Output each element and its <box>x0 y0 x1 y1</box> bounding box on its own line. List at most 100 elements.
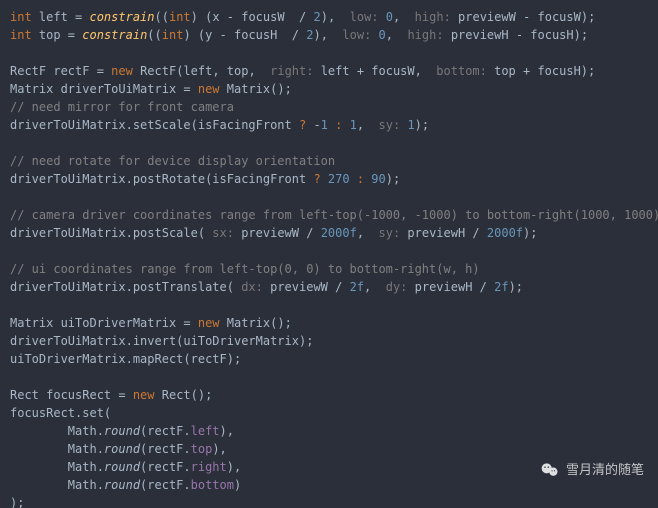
code-token: high: <box>407 28 450 42</box>
code-token: // camera driver coordinates range from … <box>10 208 658 222</box>
code-token: , <box>357 118 379 132</box>
code-token: left + focusW, <box>321 64 437 78</box>
code-line: // need mirror for front camera <box>10 98 648 116</box>
code-token: int <box>10 28 32 42</box>
code-token: 1 <box>350 118 357 132</box>
code-token: round <box>104 460 140 474</box>
code-token: 2000f <box>487 226 523 240</box>
code-token <box>321 172 328 186</box>
code-token: new <box>198 316 220 330</box>
code-token: Math. <box>10 424 104 438</box>
code-token: uiToDriverMatrix = <box>53 316 198 330</box>
code-token: Matrix(); <box>220 82 292 96</box>
code-token: dx: <box>241 280 270 294</box>
code-token: dy: <box>386 280 415 294</box>
code-line: // camera driver coordinates range from … <box>10 206 648 224</box>
code-token: 0 <box>386 10 393 24</box>
code-line: int top = constrain((int) (y - focusH / … <box>10 26 648 44</box>
code-line: // need rotate for device display orient… <box>10 152 648 170</box>
code-token: , <box>364 280 386 294</box>
code-token: ), <box>314 28 343 42</box>
code-token: Matrix(); <box>220 316 292 330</box>
code-token: // ui coordinates range from left-top(0,… <box>10 262 480 276</box>
code-token: new <box>111 64 133 78</box>
code-token: left <box>191 424 220 438</box>
code-token: int <box>162 28 184 42</box>
code-line: // ui coordinates range from left-top(0,… <box>10 260 648 278</box>
code-blank-line <box>10 134 648 152</box>
code-token: int <box>10 10 32 24</box>
code-token: Math. <box>10 478 104 492</box>
code-token: high: <box>415 10 458 24</box>
code-token: Matrix <box>10 82 53 96</box>
code-token: previewW / <box>241 226 320 240</box>
code-line: Math.round(rectF.top), <box>10 440 648 458</box>
code-token: (rectF. <box>140 460 191 474</box>
code-token: ), <box>220 424 234 438</box>
code-token: sy: <box>379 118 408 132</box>
code-token: 270 <box>328 172 350 186</box>
code-token: Math. <box>10 460 104 474</box>
code-line: driverToUiMatrix.postTranslate( dx: prev… <box>10 278 648 296</box>
code-token: RectF(left, top, <box>133 64 270 78</box>
code-line: RectF rectF = new RectF(left, top, right… <box>10 62 648 80</box>
code-token: focusRect = <box>39 388 133 402</box>
code-token: rectF = <box>46 64 111 78</box>
code-token: 2 <box>306 28 313 42</box>
code-token: driverToUiMatrix.postScale( <box>10 226 212 240</box>
code-token: ? <box>313 172 320 186</box>
code-token: constrain <box>82 28 147 42</box>
code-line: driverToUiMatrix.setScale(isFacingFront … <box>10 116 648 134</box>
code-token: top = <box>32 28 83 42</box>
code-token: left = <box>32 10 90 24</box>
code-token: round <box>104 478 140 492</box>
code-token: : <box>357 172 364 186</box>
code-token: top <box>191 442 213 456</box>
code-token: ), <box>212 442 226 456</box>
code-token: 1 <box>407 118 414 132</box>
watermark-text: 雪月清的随笔 <box>566 461 644 479</box>
code-token: (rectF. <box>140 424 191 438</box>
code-token: ); <box>386 172 400 186</box>
code-token: (( <box>147 28 161 42</box>
code-token: (rectF. <box>140 478 191 492</box>
code-token: int <box>169 10 191 24</box>
code-line: Rect focusRect = new Rect(); <box>10 386 648 404</box>
watermark: 雪月清的随笔 <box>540 460 644 480</box>
code-token: (( <box>155 10 169 24</box>
code-token: - <box>306 118 320 132</box>
code-token: previewH - focusH); <box>451 28 588 42</box>
code-token: driverToUiMatrix.invert(uiToDriverMatrix… <box>10 334 313 348</box>
wechat-icon <box>540 460 560 480</box>
code-token: ) (x - focusW / <box>191 10 314 24</box>
code-token: sy: <box>379 226 408 240</box>
code-token: previewH / <box>415 280 494 294</box>
code-line: driverToUiMatrix.invert(uiToDriverMatrix… <box>10 332 648 350</box>
code-token: constrain <box>89 10 154 24</box>
code-token <box>350 172 357 186</box>
code-token: round <box>104 424 140 438</box>
code-token: new <box>133 388 155 402</box>
code-token: ), <box>321 10 350 24</box>
code-token: 1 <box>321 118 328 132</box>
code-token: round <box>104 442 140 456</box>
code-token: (rectF. <box>140 442 191 456</box>
code-blank-line <box>10 242 648 260</box>
code-token: top + focusH); <box>494 64 595 78</box>
code-token: ); <box>509 280 523 294</box>
code-token: right: <box>270 64 321 78</box>
code-token: focusRect.set( <box>10 406 111 420</box>
code-token: ), <box>227 460 241 474</box>
code-line: driverToUiMatrix.postRotate(isFacingFron… <box>10 170 648 188</box>
code-line: uiToDriverMatrix.mapRect(rectF); <box>10 350 648 368</box>
code-token: previewW - focusW); <box>458 10 595 24</box>
code-token: bottom: <box>436 64 494 78</box>
code-token: // need rotate for device display orient… <box>10 154 335 168</box>
code-token: previewW / <box>270 280 349 294</box>
code-token: // need mirror for front camera <box>10 100 234 114</box>
code-line: ); <box>10 494 648 508</box>
code-line: focusRect.set( <box>10 404 648 422</box>
code-token: uiToDriverMatrix.mapRect(rectF); <box>10 352 241 366</box>
code-token: low: <box>342 28 378 42</box>
code-blank-line <box>10 188 648 206</box>
